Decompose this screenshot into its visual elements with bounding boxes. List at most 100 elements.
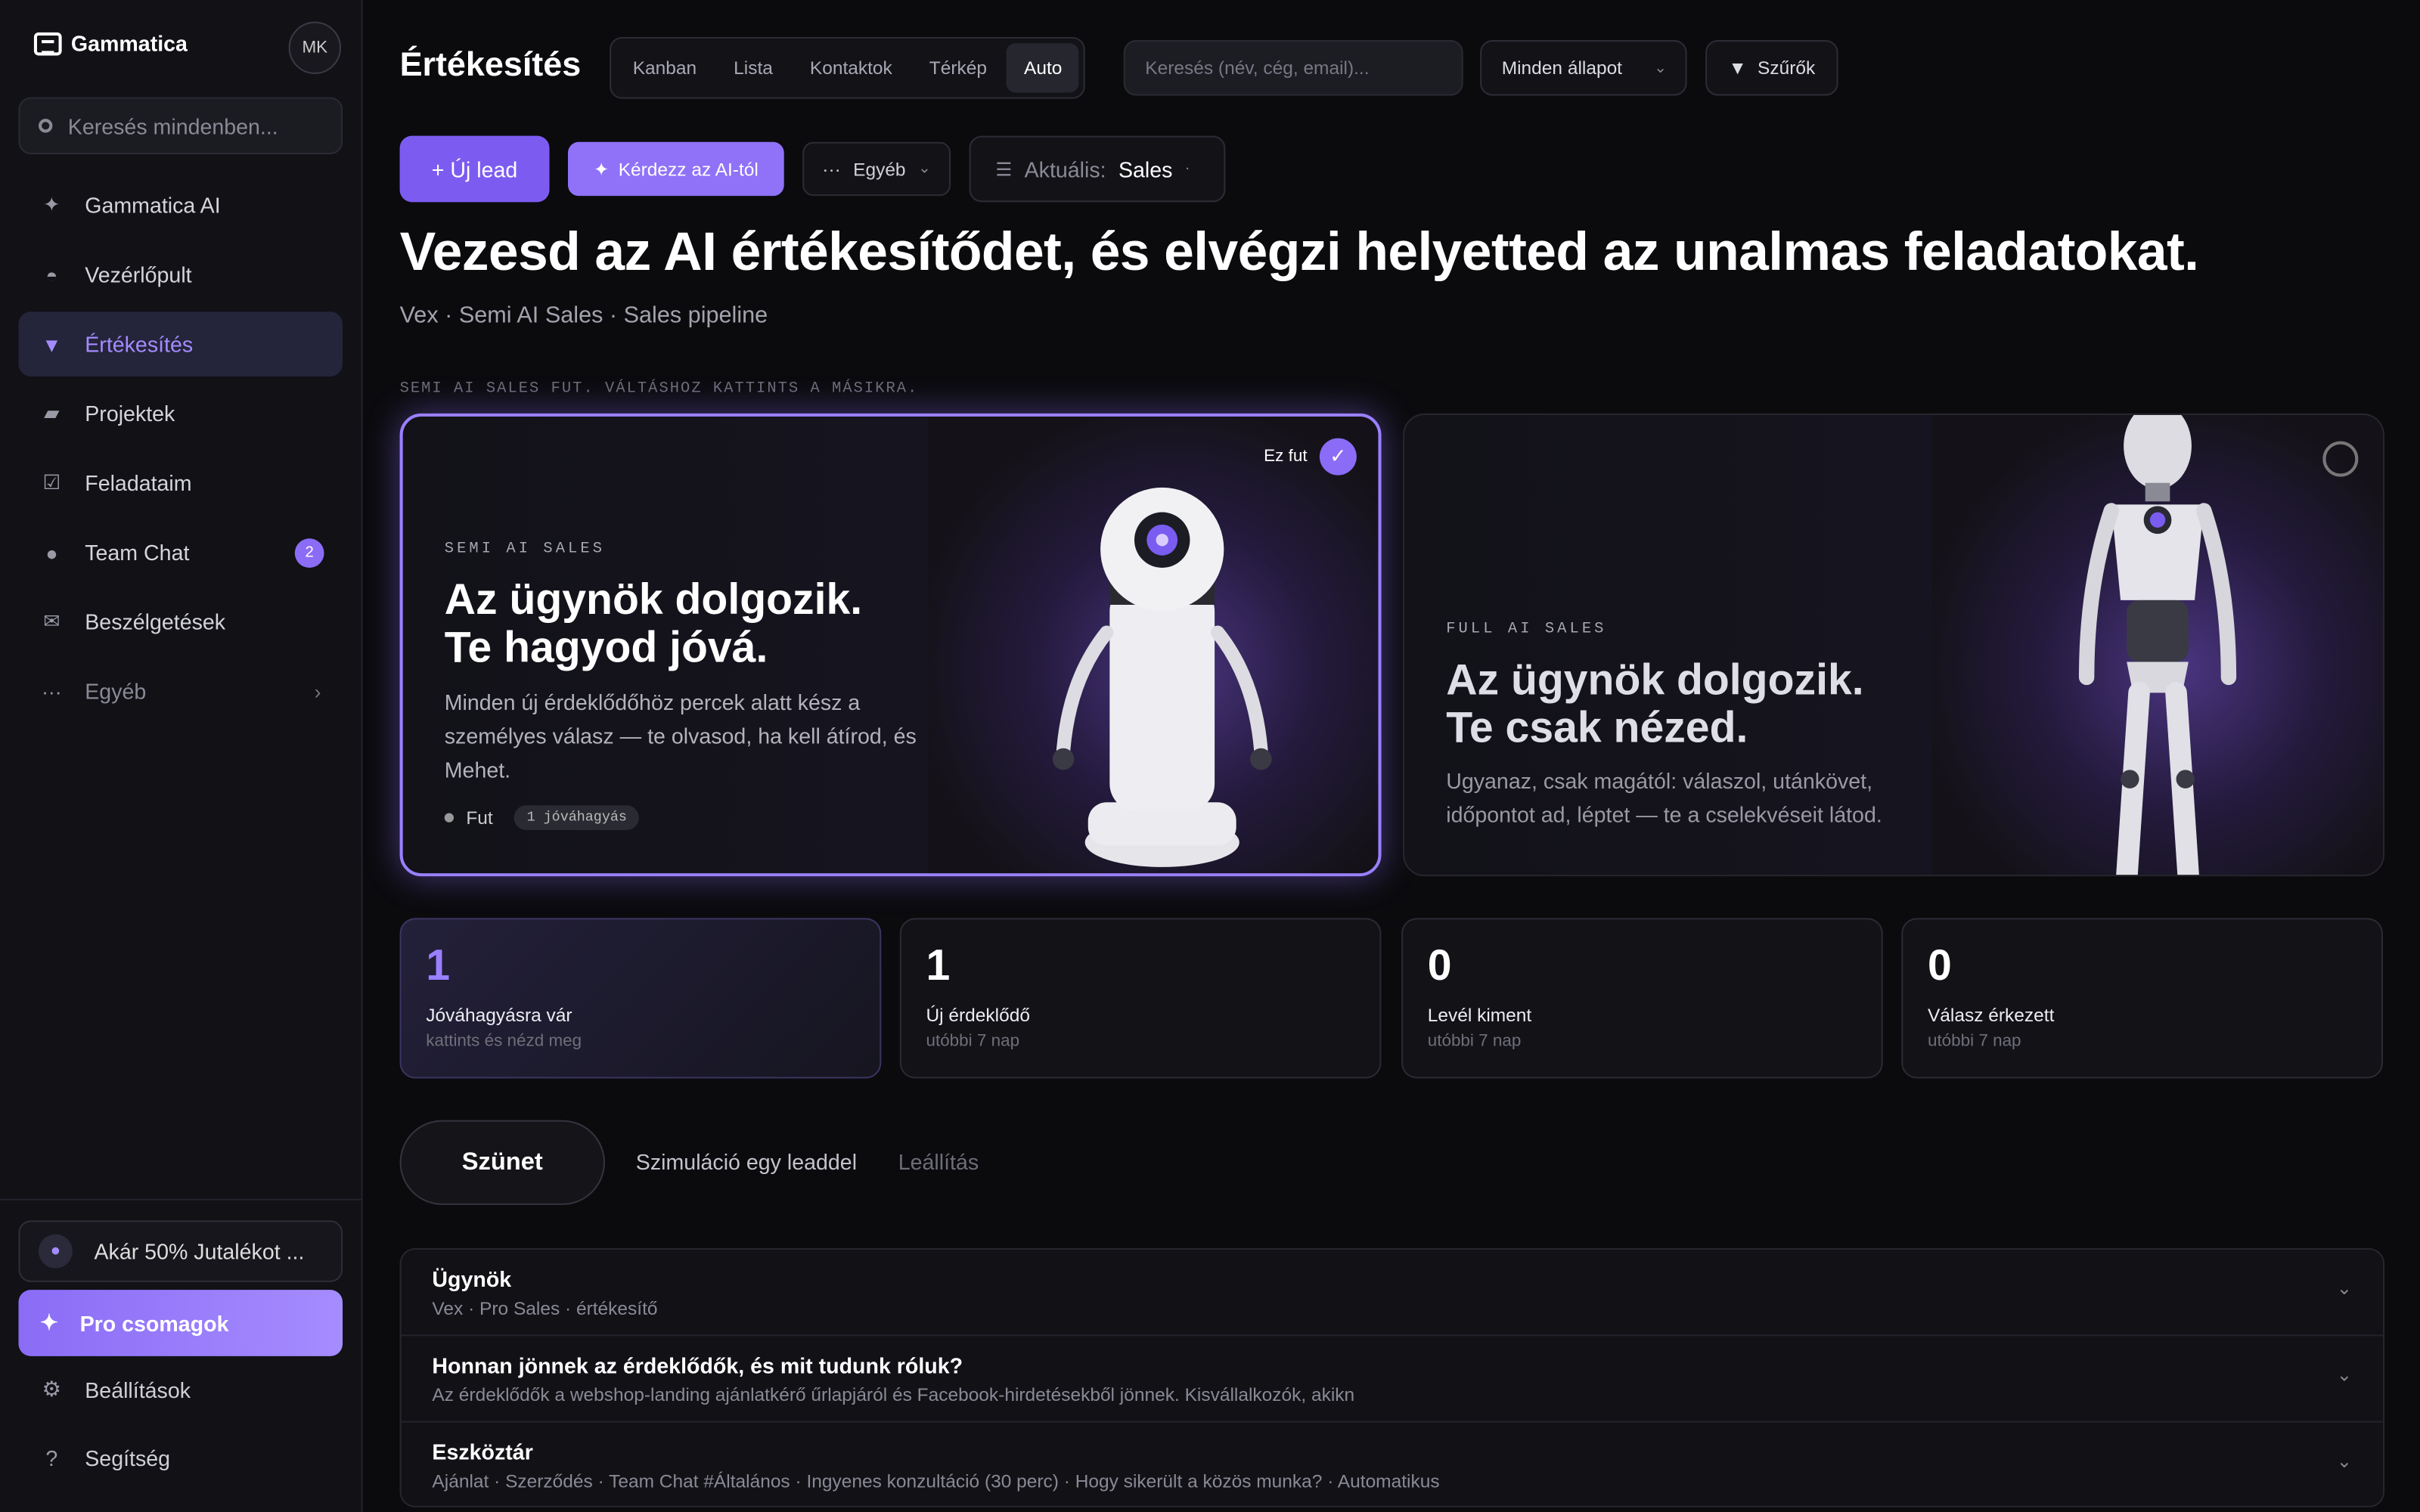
sidebar-item-projects[interactable]: ▰ Projektek [18,381,343,446]
accordion-title: Honnan jönnek az érdeklődők, és mit tudu… [432,1352,963,1378]
sidebar-item-dashboard[interactable]: ◓ Vezérlőpult [18,242,343,307]
ask-ai-label: Kérdezz az AI-tól [618,158,759,180]
card-title-line: Az ügynök dolgozik. [444,575,863,624]
android-svg [2078,414,2237,875]
app-root: Gammatica MK Keresés mindenben... ✦ Gamm… [0,0,2420,1512]
main-content: Értékesítés Kanban Lista Kontaktok Térké… [365,0,2420,1512]
tab-list[interactable]: Lista [717,43,790,92]
robot-illustration [927,417,1379,874]
sidebar-item-conversations[interactable]: ✉ Beszélgetések [18,590,343,655]
stop-link[interactable]: Leállítás [898,1149,979,1174]
filters-button[interactable]: ▼ Szűrők [1705,40,1838,96]
sidebar-item-tasks[interactable]: ☑ Feladataim [18,451,343,516]
mail-icon: ✉ [43,609,60,633]
funnel-icon: ▼ [42,332,62,356]
pro-plans-button[interactable]: ✦ Pro csomagok [18,1290,343,1356]
settings-label: Beállítások [85,1377,191,1402]
sparkle-icon: ✦ [43,193,60,216]
more-icon: ··· [42,679,62,703]
new-lead-button[interactable]: + Új lead [399,135,550,203]
running-indicator: Ez fut ✓ [1264,438,1357,476]
sidebar-item-team-chat[interactable]: ● Team Chat 2 [18,520,343,585]
hero-headline: Vezesd az AI értékesítődet, és elvégzi h… [399,222,2199,283]
check-icon: ✓ [1319,438,1357,476]
current-pipeline-select[interactable]: ☰ Aktuális: Sales · [969,135,1226,203]
other-label: Egyéb [853,158,906,180]
stat-value: 1 [926,940,951,990]
dashboard-icon: ◓ [45,262,58,287]
mode-hint: SEMI AI SALES FUT. VÁLTÁSHOZ KATTINTS A … [399,381,919,398]
help-link[interactable]: ? Segítség [40,1445,170,1470]
help-icon: ? [45,1445,58,1470]
sidebar-item-sales[interactable]: ▼ Értékesítés [18,311,343,376]
unread-badge: 2 [294,538,324,569]
stat-emails-sent[interactable]: 0 Levél kiment utóbbi 7 nap [1401,918,1883,1079]
chevron-down-icon: ⌄ [2336,1450,2353,1472]
ask-ai-button[interactable]: ✦ Kérdezz az AI-tól [568,141,784,197]
full-ai-sales-card[interactable]: FULL AI SALES Az ügynök dolgozik. Te csa… [1403,413,2385,877]
view-tabs: Kanban Lista Kontaktok Térkép Auto [610,36,1086,99]
accordion-summary: Ajánlat · Szerződés · Team Chat #Általán… [432,1470,1440,1492]
pause-button[interactable]: Szünet [399,1120,605,1205]
tab-kanban[interactable]: Kanban [616,43,713,92]
accordion-item-agent[interactable]: Ügynök Vex · Pro Sales · értékesítő ⌄ [401,1250,2383,1337]
tab-contacts[interactable]: Kontaktok [793,43,909,92]
card-title-line: Az ügynök dolgozik. [1446,655,1864,704]
sidebar-nav: ✦ Gammatica AI ◓ Vezérlőpult ▼ Értékesít… [18,173,343,729]
dot-icon: · [1184,160,1190,178]
accordion-item-lead-source[interactable]: Honnan jönnek az érdeklődők, és mit tudu… [401,1336,2383,1423]
card-eyebrow: FULL AI SALES [1446,621,1607,639]
sidebar-item-label: Vezérlőpult [85,262,192,287]
sidebar-item-other[interactable]: ··· Egyéb › [18,658,343,723]
select-mode-radio[interactable] [2322,441,2359,477]
logo-icon [33,31,62,55]
card-title-line: Te hagyod jóvá. [444,623,768,671]
settings-link[interactable]: ⚙ Beállítások [40,1376,191,1402]
stat-sublabel: utóbbi 7 nap [1927,1032,2021,1051]
help-label: Segítség [85,1445,171,1470]
card-description: Minden új érdeklődőhöz percek alatt kész… [444,689,917,782]
stat-label: Új érdeklődő [926,1004,1030,1027]
user-avatar[interactable]: MK [288,21,342,74]
referral-promo[interactable]: ● Akár 50% Jutalékot ... [18,1220,343,1282]
brand-logo[interactable]: Gammatica [33,30,188,56]
checkbox-icon: ☑ [42,470,61,494]
search-icon [39,119,53,133]
filters-label: Szűrők [1757,57,1816,79]
lead-search-input[interactable]: Keresés (név, cég, email)... [1123,40,1463,96]
hero-subline: Vex · Semi AI Sales · Sales pipeline [399,302,768,329]
chevron-right-icon: › [314,679,321,703]
stat-awaiting-approval[interactable]: 1 Jóváhagyásra vár kattints és nézd meg [399,918,882,1079]
sidebar-item-gammatica-ai[interactable]: ✦ Gammatica AI [18,173,343,238]
stat-label: Válasz érkezett [1927,1004,2055,1027]
more-icon: ··· [822,158,841,180]
sidebar-item-label: Team Chat [85,540,190,565]
accordion-title: Eszköztár [432,1439,533,1464]
chevron-down-icon: ⌄ [2336,1277,2353,1300]
run-state-label: Fut [466,807,493,829]
card-title: Az ügynök dolgozik. Te csak nézed. [1446,655,1863,751]
stat-value: 1 [426,940,451,990]
folder-icon: ▰ [44,401,60,425]
sidebar-item-label: Feladataim [85,470,192,496]
settings-accordion: Ügynök Vex · Pro Sales · értékesítő ⌄ Ho… [399,1248,2385,1507]
running-label: Ez fut [1264,447,1308,466]
sparkle-icon: ✦ [593,158,610,180]
accordion-item-toolbox[interactable]: Eszköztár Ajánlat · Szerződés · Team Cha… [402,1423,2383,1506]
tab-map[interactable]: Térkép [912,43,1004,92]
card-title: Az ügynök dolgozik. Te hagyod jóvá. [445,575,862,671]
stat-label: Jóváhagyásra vár [426,1004,572,1027]
simulate-link[interactable]: Szimuláció egy leaddel [636,1149,857,1174]
run-state: Fut 1 jóváhagyás [444,805,640,830]
stat-new-leads[interactable]: 1 Új érdeklődő utóbbi 7 nap [899,918,1382,1079]
semi-ai-sales-card[interactable]: Ez fut ✓ SEMI AI SALES Az ügynök dolgozi… [399,413,1382,877]
global-search-input[interactable]: Keresés mindenben... [18,97,343,155]
status-select[interactable]: Minden állapot ⌄ [1480,40,1687,96]
other-menu-button[interactable]: ··· Egyéb ⌄ [802,141,951,197]
tab-auto[interactable]: Auto [1007,43,1079,93]
brand-name: Gammatica [70,30,188,56]
android-illustration [1932,414,2383,875]
stat-sublabel: kattints és nézd meg [426,1032,582,1051]
chevron-down-icon: ⌄ [917,160,932,178]
stat-replies[interactable]: 0 Válasz érkezett utóbbi 7 nap [1901,918,2383,1079]
